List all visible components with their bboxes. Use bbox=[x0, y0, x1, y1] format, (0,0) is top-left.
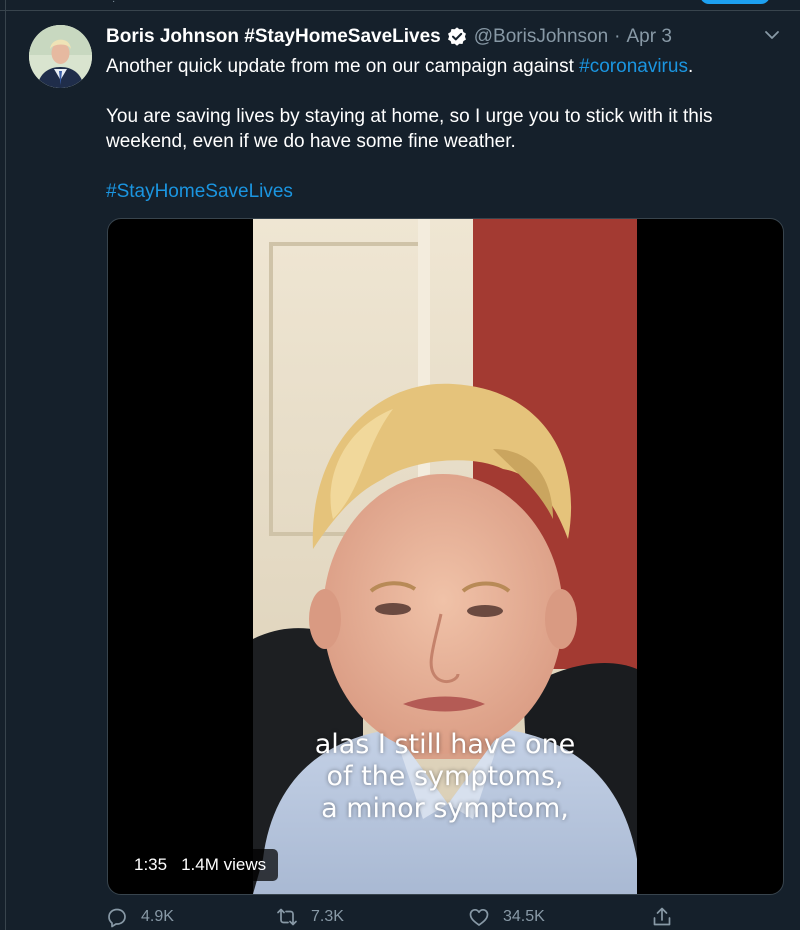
tweet-text-paragraph: You are saving lives by staying at home,… bbox=[106, 106, 713, 152]
tweet-header: Boris Johnson #StayHomeSaveLives @BorisJ… bbox=[106, 24, 672, 50]
share-button[interactable] bbox=[650, 905, 686, 929]
caption-line: of the symptoms, bbox=[326, 761, 564, 792]
heart-icon bbox=[469, 908, 489, 926]
retweet-count: 7.3K bbox=[311, 908, 344, 925]
video-player[interactable]: alas I still have one of the symptoms, a… bbox=[107, 218, 784, 895]
video-info-badge: 1:35 1.4M views bbox=[122, 849, 279, 881]
video-duration: 1:35 bbox=[134, 855, 168, 874]
tweet-text: Another quick update from me on our camp… bbox=[106, 54, 776, 204]
video-view-count: 1.4M views bbox=[181, 855, 267, 874]
hashtag-coronavirus-link[interactable]: #coronavirus bbox=[579, 56, 688, 77]
video-frame: alas I still have one of the symptoms, a… bbox=[253, 219, 637, 894]
video-captions: alas I still have one of the symptoms, a… bbox=[253, 729, 637, 825]
column-border bbox=[5, 0, 6, 930]
tweet-actions: 4.9K 7.3K 34.5K bbox=[105, 905, 685, 930]
retweet-button[interactable]: 7.3K bbox=[275, 905, 344, 929]
reply-icon bbox=[108, 908, 126, 928]
header-separator: · bbox=[614, 26, 621, 47]
top-dot-glyph: · bbox=[112, 0, 116, 7]
like-button[interactable]: 34.5K bbox=[467, 905, 545, 929]
top-divider: · bbox=[0, 0, 800, 11]
reply-button[interactable]: 4.9K bbox=[105, 905, 174, 929]
caption-line: alas I still have one bbox=[314, 729, 576, 760]
reply-count: 4.9K bbox=[141, 908, 174, 925]
verified-badge-icon bbox=[446, 26, 468, 48]
display-name[interactable]: Boris Johnson #StayHomeSaveLives bbox=[106, 26, 441, 48]
caption-line: a minor symptom, bbox=[321, 793, 569, 824]
user-handle[interactable]: @BorisJohnson bbox=[474, 26, 608, 48]
tweet-hashtag-paragraph: #StayHomeSaveLives bbox=[106, 179, 776, 204]
share-icon bbox=[653, 907, 671, 926]
tweet-date[interactable]: Apr 3 bbox=[627, 26, 672, 48]
tweet-text-suffix: . bbox=[687, 56, 694, 77]
retweet-icon bbox=[277, 908, 297, 926]
tweet-text-prefix: Another quick update from me on our camp… bbox=[106, 56, 580, 77]
like-count: 34.5K bbox=[503, 908, 545, 925]
tweet-text-line1: Another quick update from me on our camp… bbox=[106, 54, 776, 79]
top-button-edge[interactable] bbox=[700, 0, 770, 4]
hashtag-stayhomesavelives-link[interactable]: #StayHomeSaveLives bbox=[106, 181, 293, 202]
avatar[interactable] bbox=[29, 25, 92, 88]
chevron-down-icon[interactable] bbox=[762, 25, 782, 45]
